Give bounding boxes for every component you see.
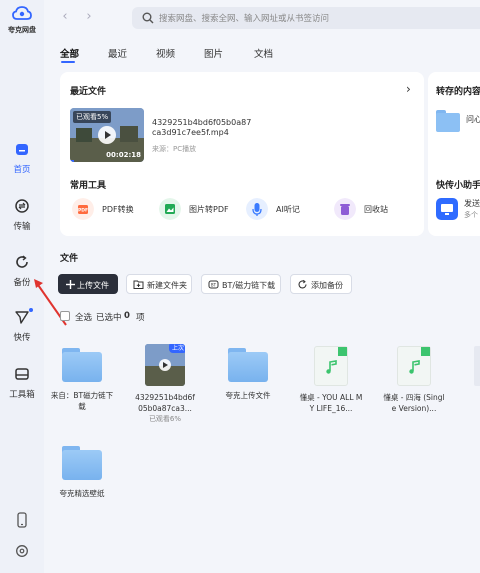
transfer-icon: [15, 199, 29, 213]
folder-icon: [228, 348, 268, 382]
image-to-pdf-icon: [159, 198, 181, 220]
folder-icon: [62, 348, 102, 382]
sidebar-item-transfer[interactable]: 传输: [0, 198, 44, 232]
new-folder-button[interactable]: 新建文件夹: [126, 274, 192, 294]
sidebar-item-label: 传输: [13, 222, 31, 232]
tool-label: PDF转换: [102, 205, 134, 214]
watched-badge: 已观看5%: [73, 111, 112, 123]
magnet-icon: BT: [208, 280, 219, 289]
sidebar-item-label: 工具箱: [9, 390, 35, 400]
file-name: 来自：BT磁力链下载: [50, 391, 114, 411]
app-logo-text: 夸克网盘: [8, 26, 36, 34]
recent-video-name-line1: 4329251b4bd6f05b0a87: [152, 118, 252, 127]
main-area: ‹ › 搜索网盘、搜索全网、输入网址或从书签访问 全部 最近 视频 图片 文档 …: [44, 0, 480, 573]
file-name: 懂桌 - 四海 (Single Version)...: [383, 393, 445, 413]
sidebar-item-label: 首页: [13, 165, 31, 175]
backup-sync-icon: [16, 255, 28, 268]
file-item[interactable]: 上次 4329251b4bd6f05b0a87ca3... 已观看6%: [133, 344, 197, 424]
phone-icon[interactable]: [15, 512, 29, 528]
search-icon: [142, 12, 154, 24]
back-arrow-icon[interactable]: ‹: [58, 10, 72, 24]
tool-label: AI听记: [276, 205, 300, 214]
sync-icon: [298, 279, 307, 289]
upload-file-button[interactable]: 上传文件: [58, 274, 118, 294]
microphone-icon: [246, 198, 268, 220]
recent-video-name[interactable]: 4329251b4bd6f05b0a87 ca3d91c7ee5f.mp4: [152, 118, 251, 138]
files-title: 文件: [60, 254, 79, 264]
file-item[interactable]: 懂桌 - YOU ALL MY LIFE_16...: [299, 346, 363, 414]
recent-files-title: 最近文件: [70, 87, 107, 97]
new-folder-label: 新建文件夹: [147, 281, 187, 290]
file-name: 4329251b4bd6f05b0a87ca3...: [135, 393, 195, 413]
watched-progress-text: 已观看6%: [148, 415, 182, 423]
trash-icon: [334, 198, 356, 220]
add-backup-button[interactable]: 添加备份: [290, 274, 352, 294]
sidebar-item-label: 快传: [13, 333, 31, 343]
file-name: 夸克精选壁纸: [59, 489, 105, 498]
file-item[interactable]: 懂桌 - 四海 (Single Version)...: [382, 346, 446, 414]
sidebar-item-home[interactable]: 首页: [0, 141, 44, 175]
helper-line2: 多个: [464, 211, 478, 219]
music-file-icon: [397, 346, 431, 386]
recent-video-thumbnail[interactable]: 已观看5% 00:02:18: [70, 108, 144, 162]
file-item[interactable]: 来自：BT磁力链下载: [50, 348, 114, 412]
music-file-icon: [314, 346, 348, 386]
add-backup-label: 添加备份: [311, 281, 343, 290]
svg-text:PDF: PDF: [78, 208, 88, 214]
tool-label: 图片转PDF: [189, 205, 229, 214]
tab-image[interactable]: 图片: [204, 46, 223, 60]
saved-content-title: 转存的内容: [436, 87, 480, 97]
recent-video-source: 来源：PC播放: [152, 145, 197, 153]
bt-magnet-download-label: BT/磁力链下载: [222, 281, 276, 290]
send-icon: [15, 311, 29, 324]
select-all-label[interactable]: 全选: [75, 311, 92, 323]
file-item[interactable]: 夸克上传文件: [216, 348, 280, 401]
saved-item-label[interactable]: 问心: [466, 114, 480, 125]
last-watched-tag: 上次: [168, 344, 185, 353]
recent-video-name-line2: ca3d91c7ee5f.mp4: [152, 128, 229, 137]
watch-progress-bar: [70, 160, 74, 162]
forward-arrow-icon[interactable]: ›: [82, 10, 96, 24]
selected-prefix: 已选中: [96, 313, 122, 323]
tool-label: 回收站: [364, 205, 388, 214]
sidebar-item-toolbox[interactable]: 工具箱: [0, 366, 44, 400]
svg-text:BT: BT: [211, 283, 217, 288]
file-name: 夸克上传文件: [225, 391, 271, 400]
search-placeholder: 搜索网盘、搜索全网、输入网址或从书签访问: [159, 14, 330, 24]
chevron-right-icon[interactable]: ›: [406, 82, 411, 96]
helper-line1: 发送: [464, 199, 480, 208]
search-input[interactable]: 搜索网盘、搜索全网、输入网址或从书签访问: [132, 7, 480, 29]
video-duration: 00:02:18: [106, 151, 141, 159]
select-all-checkbox[interactable]: [60, 311, 70, 321]
saved-folder-icon[interactable]: [436, 110, 460, 132]
folder-icon: [62, 446, 102, 480]
tab-all[interactable]: 全部: [60, 46, 79, 60]
file-item[interactable]: 夸克精选壁纸: [50, 446, 114, 499]
selected-suffix: 项: [136, 313, 145, 323]
common-tools-title: 常用工具: [70, 181, 107, 191]
new-folder-icon: [133, 280, 144, 289]
pdf-convert-icon: PDF: [72, 198, 94, 220]
settings-icon[interactable]: [15, 544, 29, 558]
video-thumbnail: 上次: [145, 344, 185, 386]
play-icon[interactable]: [98, 126, 116, 144]
partial-file-item[interactable]: [474, 346, 480, 386]
home-icon: [16, 144, 28, 155]
file-name: 懂桌 - YOU ALL MY LIFE_16...: [299, 393, 363, 413]
device-send-icon[interactable]: [436, 198, 458, 220]
upload-file-label: 上传文件: [77, 281, 109, 290]
tab-document[interactable]: 文档: [254, 46, 273, 60]
tab-video[interactable]: 视频: [156, 46, 175, 60]
app-logo[interactable]: 夸克网盘: [0, 6, 44, 35]
selected-count: 0: [124, 311, 130, 321]
active-tab-indicator: [61, 61, 75, 63]
bt-magnet-download-button[interactable]: BT BT/磁力链下载: [201, 274, 281, 294]
toolbox-icon: [15, 368, 29, 380]
quick-send-helper-title: 快传小助手: [436, 181, 480, 191]
tab-recent[interactable]: 最近: [108, 46, 127, 60]
top-bar: ‹ › 搜索网盘、搜索全网、输入网址或从书签访问: [44, 0, 480, 36]
plus-icon: [66, 280, 75, 289]
cloud-logo-icon: [12, 6, 32, 20]
